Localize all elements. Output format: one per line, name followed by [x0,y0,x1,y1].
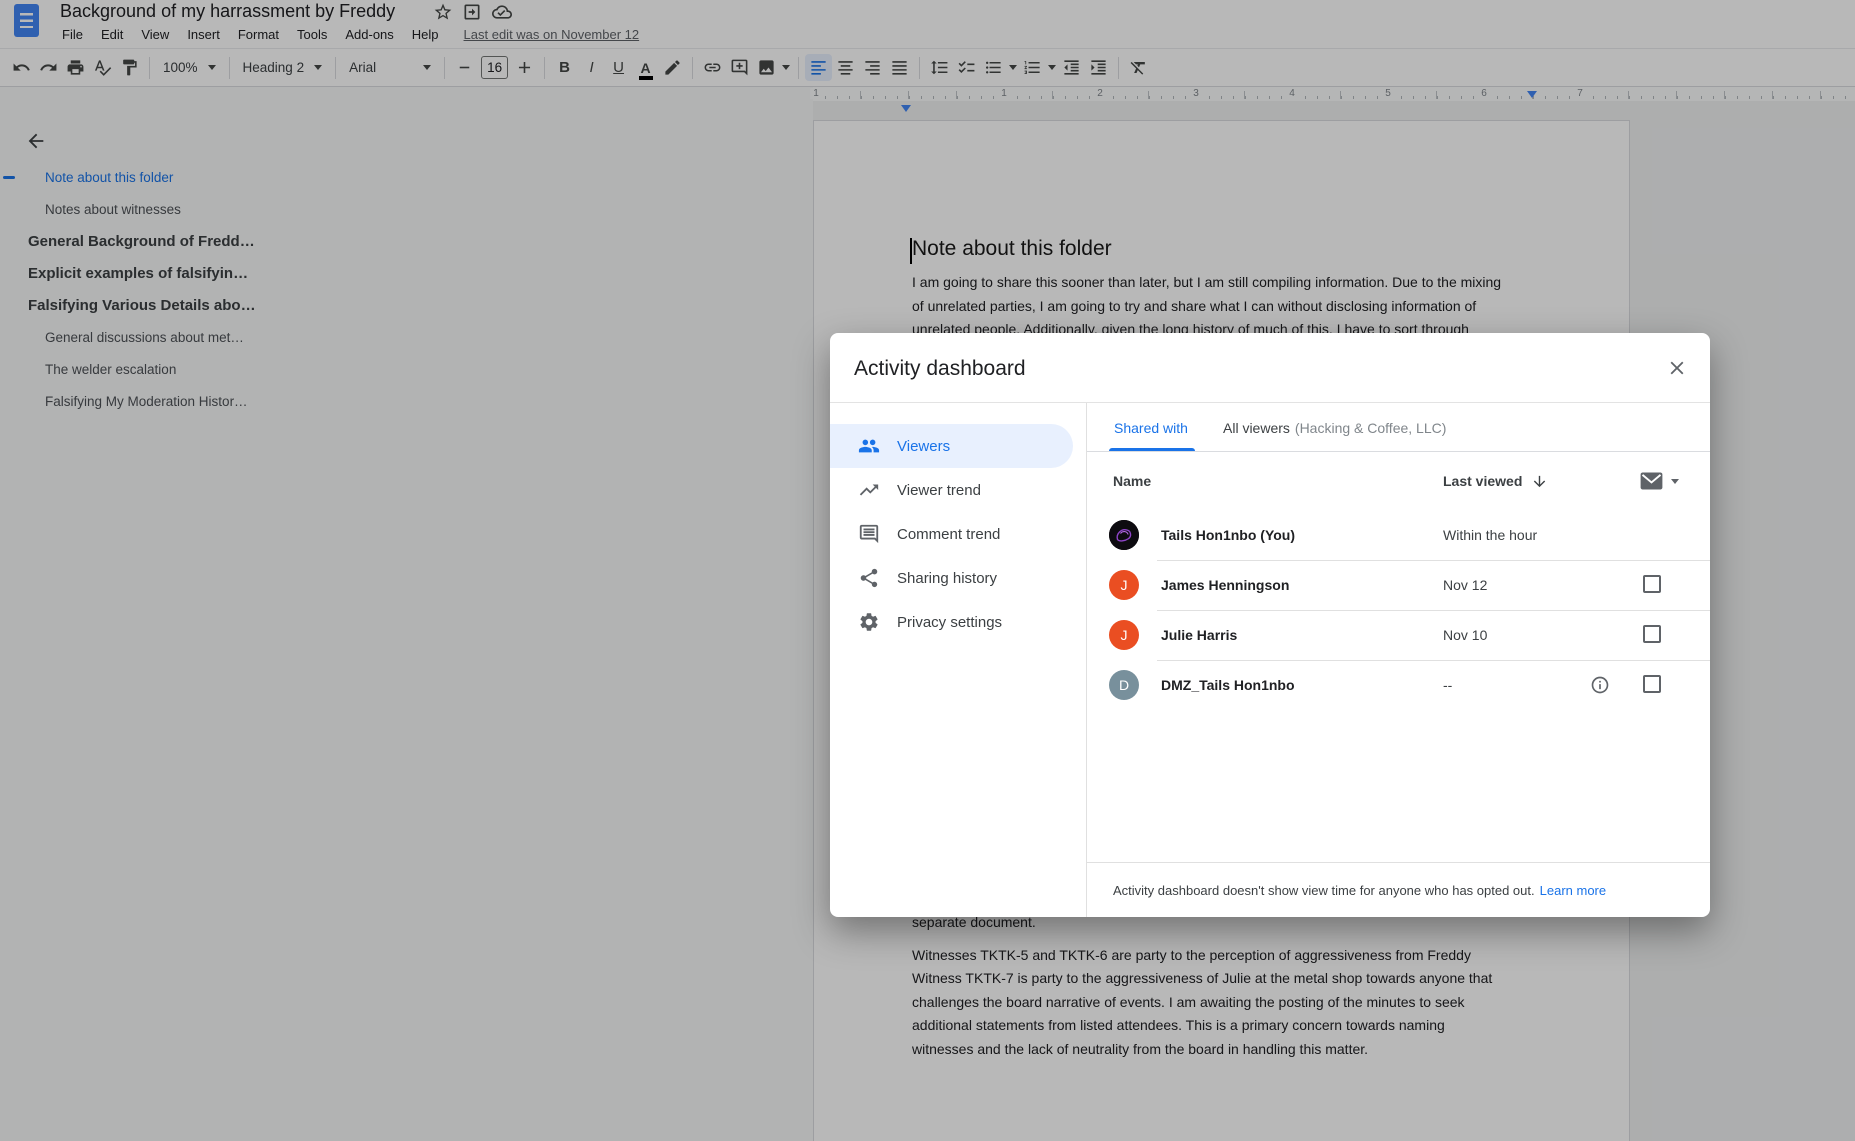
row-checkbox[interactable] [1643,625,1661,643]
trending-up-icon [858,479,880,501]
table-header: Name Last viewed [1087,452,1710,510]
dashboard-content: Shared with All viewers (Hacking & Coffe… [1087,403,1710,917]
tab-all-viewers[interactable]: All viewers (Hacking & Coffee, LLC) [1223,403,1446,452]
tab-indicator [1109,448,1195,451]
nav-item-privacy-settings[interactable]: Privacy settings [830,600,1073,644]
envelope-icon [1640,472,1663,490]
viewer-name: Tails Hon1nbo (You) [1161,510,1295,560]
row-divider [1157,610,1710,611]
row-checkbox[interactable] [1643,575,1661,593]
share-icon [858,567,880,589]
viewer-row: J James Henningson Nov 12 [1087,560,1710,610]
viewer-last-viewed: Nov 10 [1443,610,1487,660]
row-checkbox[interactable] [1643,675,1661,693]
dashboard-footer: Activity dashboard doesn't show view tim… [1087,862,1710,917]
nav-item-viewers[interactable]: Viewers [830,424,1073,468]
viewer-last-viewed: Within the hour [1443,510,1537,560]
nav-item-comment-trend[interactable]: Comment trend [830,512,1073,556]
avatar-initial: J [1109,620,1139,650]
info-icon[interactable] [1590,675,1610,695]
gear-icon [858,611,880,633]
sort-descending-icon [1531,473,1548,490]
viewer-row: Tails Hon1nbo (You) Within the hour [1087,510,1710,560]
google-docs-window: Background of my harrassment by Freddy F… [0,0,1855,1141]
name-column-header[interactable]: Name [1113,452,1151,510]
people-icon [858,435,880,457]
comment-icon [858,523,880,545]
activity-dashboard-dialog: Activity dashboard Viewers Viewer trend … [830,333,1710,917]
email-viewers-button[interactable] [1640,452,1679,510]
close-icon[interactable] [1666,357,1688,379]
tab-shared-with[interactable]: Shared with [1114,403,1188,452]
nav-item-viewer-trend[interactable]: Viewer trend [830,468,1073,512]
tails-profile-image [1109,520,1139,550]
optout-notice: Activity dashboard doesn't show view tim… [1113,883,1535,898]
viewer-last-viewed: -- [1443,660,1452,710]
tab-bar: Shared with All viewers (Hacking & Coffe… [1087,403,1710,452]
chevron-down-icon [1671,479,1679,484]
viewer-name: James Henningson [1161,560,1289,610]
dialog-header: Activity dashboard [830,333,1710,403]
viewer-row: D DMZ_Tails Hon1nbo -- [1087,660,1710,710]
dashboard-nav: Viewers Viewer trend Comment trend Shari… [830,403,1086,917]
viewer-name: Julie Harris [1161,610,1237,660]
viewer-last-viewed: Nov 12 [1443,560,1487,610]
dialog-title: Activity dashboard [854,357,1026,381]
last-viewed-column-header[interactable]: Last viewed [1443,452,1548,510]
nav-item-sharing-history[interactable]: Sharing history [830,556,1073,600]
avatar-tails [1109,520,1139,550]
viewer-name: DMZ_Tails Hon1nbo [1161,660,1295,710]
viewer-row: J Julie Harris Nov 10 [1087,610,1710,660]
learn-more-link[interactable]: Learn more [1540,883,1606,898]
avatar-initial: J [1109,570,1139,600]
avatar-initial: D [1109,670,1139,700]
